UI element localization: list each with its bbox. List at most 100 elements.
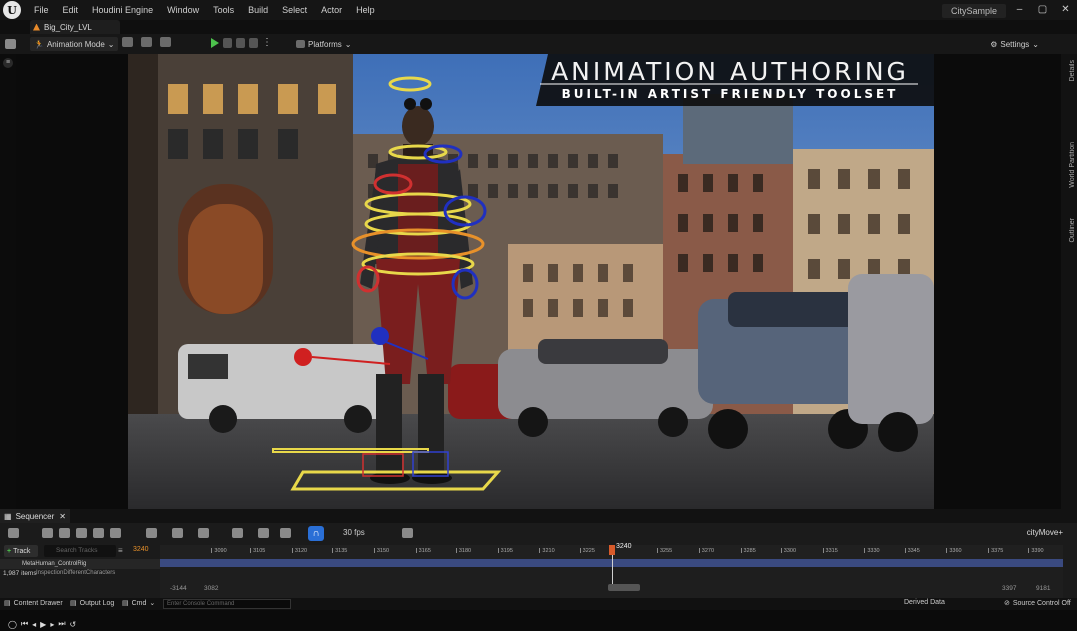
blueprint-icon[interactable] — [141, 37, 152, 47]
loop-icon[interactable]: ↺ — [70, 620, 77, 629]
ruler-tick: 3135 — [332, 548, 348, 554]
skip-start-icon[interactable]: ⏮ — [21, 619, 28, 629]
console-input[interactable]: Enter Console Command — [163, 599, 291, 609]
curve-editor-icon[interactable] — [402, 528, 413, 538]
range-end[interactable]: 3397 — [1002, 585, 1016, 592]
step-icon[interactable] — [223, 37, 232, 48]
ruler-tick: 3180 — [455, 548, 472, 554]
range-start-2[interactable]: 3082 — [204, 585, 218, 592]
step-forward-icon[interactable]: ▸ — [50, 620, 54, 629]
tab-outliner[interactable]: Outliner — [1069, 218, 1076, 243]
playhead-handle[interactable] — [609, 545, 615, 555]
derived-data-button[interactable]: Derived Data — [904, 599, 945, 606]
stop-icon[interactable] — [236, 37, 245, 48]
transport-controls: ◯ ⏮ ◂ ▶ ▸ ⏭ ↺ — [0, 617, 160, 631]
track-row-inspection[interactable]: InspectionDifferentCharacters — [36, 569, 115, 577]
range-end-2[interactable]: 9181 — [1036, 585, 1050, 592]
more-options-icon[interactable]: ⋮ — [262, 37, 272, 48]
snap-magnet-icon[interactable]: ∩ — [308, 526, 324, 541]
cmd-dropdown[interactable]: ▤ Cmd ⌄ — [122, 599, 155, 608]
ruler-tick: 3255 — [656, 548, 673, 554]
hamburger-menu-icon[interactable]: ≡ — [3, 58, 13, 68]
track-label: MetaHuman_ControlRig — [22, 561, 87, 567]
sequence-name[interactable]: cityMove+ — [1027, 528, 1063, 537]
ruler-tick: 3120 — [291, 548, 308, 554]
track-tree: + Track Search Tracks ≡ 3240 MetaHuman_C… — [0, 545, 160, 629]
menu-actor[interactable]: Actor — [314, 5, 349, 15]
transform-tools-icon[interactable] — [146, 528, 157, 538]
current-frame-field[interactable]: 3240 — [133, 546, 149, 553]
render-icon[interactable] — [93, 528, 104, 538]
timeline[interactable]: 3090 3105 3120 3135 3150 3165 3180 3195 3210 3225… — [160, 543, 1063, 601]
source-control-icon: ⊘ — [1004, 600, 1010, 607]
menu-bar: U File Edit Houdini Engine Window Tools Build… — [0, 0, 1077, 20]
ruler-tick: 3210 — [539, 548, 555, 554]
derived-data-label: Derived Data — [904, 599, 945, 606]
fps-selector[interactable]: 30 fps — [343, 528, 365, 537]
minimize-icon[interactable]: – — [1008, 2, 1031, 18]
play-icon[interactable]: ▶ — [40, 620, 46, 629]
record-icon[interactable]: ◯ — [8, 620, 17, 629]
key-icon[interactable] — [232, 528, 243, 538]
eject-icon[interactable] — [249, 37, 258, 48]
sequencer-menu-icon[interactable] — [8, 528, 19, 538]
timeline-scrollbar[interactable] — [608, 584, 640, 591]
search-tracks-input[interactable]: Search Tracks — [44, 545, 116, 557]
sequencer-panel: ▦ Sequencer ✕ ∩ 30 fps cityMove+ + Track… — [0, 509, 1077, 629]
platforms-dropdown[interactable]: Platforms ⌄ — [292, 37, 356, 51]
menu-select[interactable]: Select — [275, 5, 314, 15]
chevron-down-icon: ⌄ — [107, 39, 115, 49]
ruler-tick: 3285 — [740, 548, 756, 554]
content-drawer-button[interactable]: ▤ Content Drawer — [4, 599, 63, 608]
track-row-controlrig[interactable]: MetaHuman_ControlRig — [0, 559, 160, 569]
add-track-button[interactable]: + Track — [4, 545, 38, 557]
cinematics-icon[interactable] — [160, 37, 171, 47]
filter-icon[interactable]: ≡ — [118, 546, 123, 555]
menu-houdini-engine[interactable]: Houdini Engine — [85, 5, 160, 15]
menu-file[interactable]: File — [27, 5, 56, 15]
right-panel-strip: Details World Partition Outliner — [1061, 54, 1077, 509]
save-icon[interactable] — [42, 528, 53, 538]
step-back-icon[interactable]: ◂ — [32, 620, 36, 629]
plus-icon: + — [7, 547, 12, 555]
output-log-button[interactable]: ▤ Output Log — [70, 599, 114, 608]
export-icon[interactable] — [110, 528, 121, 538]
tab-details[interactable]: Details — [1069, 60, 1076, 81]
settings-label: Settings — [1000, 39, 1030, 49]
tab-world-partition[interactable]: World Partition — [1069, 142, 1076, 188]
menu-tools[interactable]: Tools — [206, 5, 241, 15]
level-viewport[interactable]: ANIMATION AUTHORING BUILT-IN ARTIST FRIE… — [128, 54, 934, 509]
skip-end-icon[interactable]: ⏭ — [58, 619, 65, 629]
red-control-ball[interactable] — [294, 348, 312, 366]
view-options-icon[interactable] — [172, 528, 183, 538]
tab-sequencer[interactable]: ▦ Sequencer ✕ — [0, 509, 70, 523]
settings-dropdown[interactable]: ⚙ Settings ⌄ — [986, 37, 1043, 51]
edit-icon[interactable] — [280, 528, 291, 538]
add-track-label: Track — [13, 547, 31, 555]
close-icon[interactable]: ✕ — [1054, 2, 1077, 18]
banner-subtitle: BUILT-IN ARTIST FRIENDLY TOOLSET — [561, 87, 899, 101]
find-icon[interactable] — [59, 528, 70, 538]
add-content-icon[interactable] — [122, 37, 133, 47]
menu-build[interactable]: Build — [241, 5, 275, 15]
menu-edit[interactable]: Edit — [56, 5, 86, 15]
maximize-icon[interactable]: ▢ — [1031, 2, 1054, 18]
tab-level[interactable]: Big_City_LVL — [30, 20, 120, 34]
sequencer-toolbar: ∩ 30 fps cityMove+ — [0, 523, 1077, 545]
chevron-down-icon: ⌄ — [344, 39, 352, 49]
play-icon[interactable] — [211, 37, 219, 48]
ruler-tick: 3090 — [211, 548, 227, 554]
ruler-tick: 3165 — [415, 548, 431, 554]
source-control-button[interactable]: ⊘ Source Control Off — [1004, 599, 1071, 608]
camera-icon[interactable] — [76, 528, 87, 538]
menu-help[interactable]: Help — [349, 5, 382, 15]
close-icon[interactable]: ✕ — [59, 512, 66, 521]
unreal-logo-icon[interactable]: U — [3, 1, 21, 19]
menu-window[interactable]: Window — [160, 5, 206, 15]
level-icon — [33, 23, 40, 31]
save-icon[interactable] — [5, 39, 16, 49]
mode-dropdown[interactable]: 🏃 Animation Mode ⌄ — [30, 37, 119, 51]
playback-options-icon[interactable] — [198, 528, 209, 538]
auto-key-icon[interactable] — [258, 528, 269, 538]
range-start[interactable]: -3144 — [170, 585, 187, 592]
